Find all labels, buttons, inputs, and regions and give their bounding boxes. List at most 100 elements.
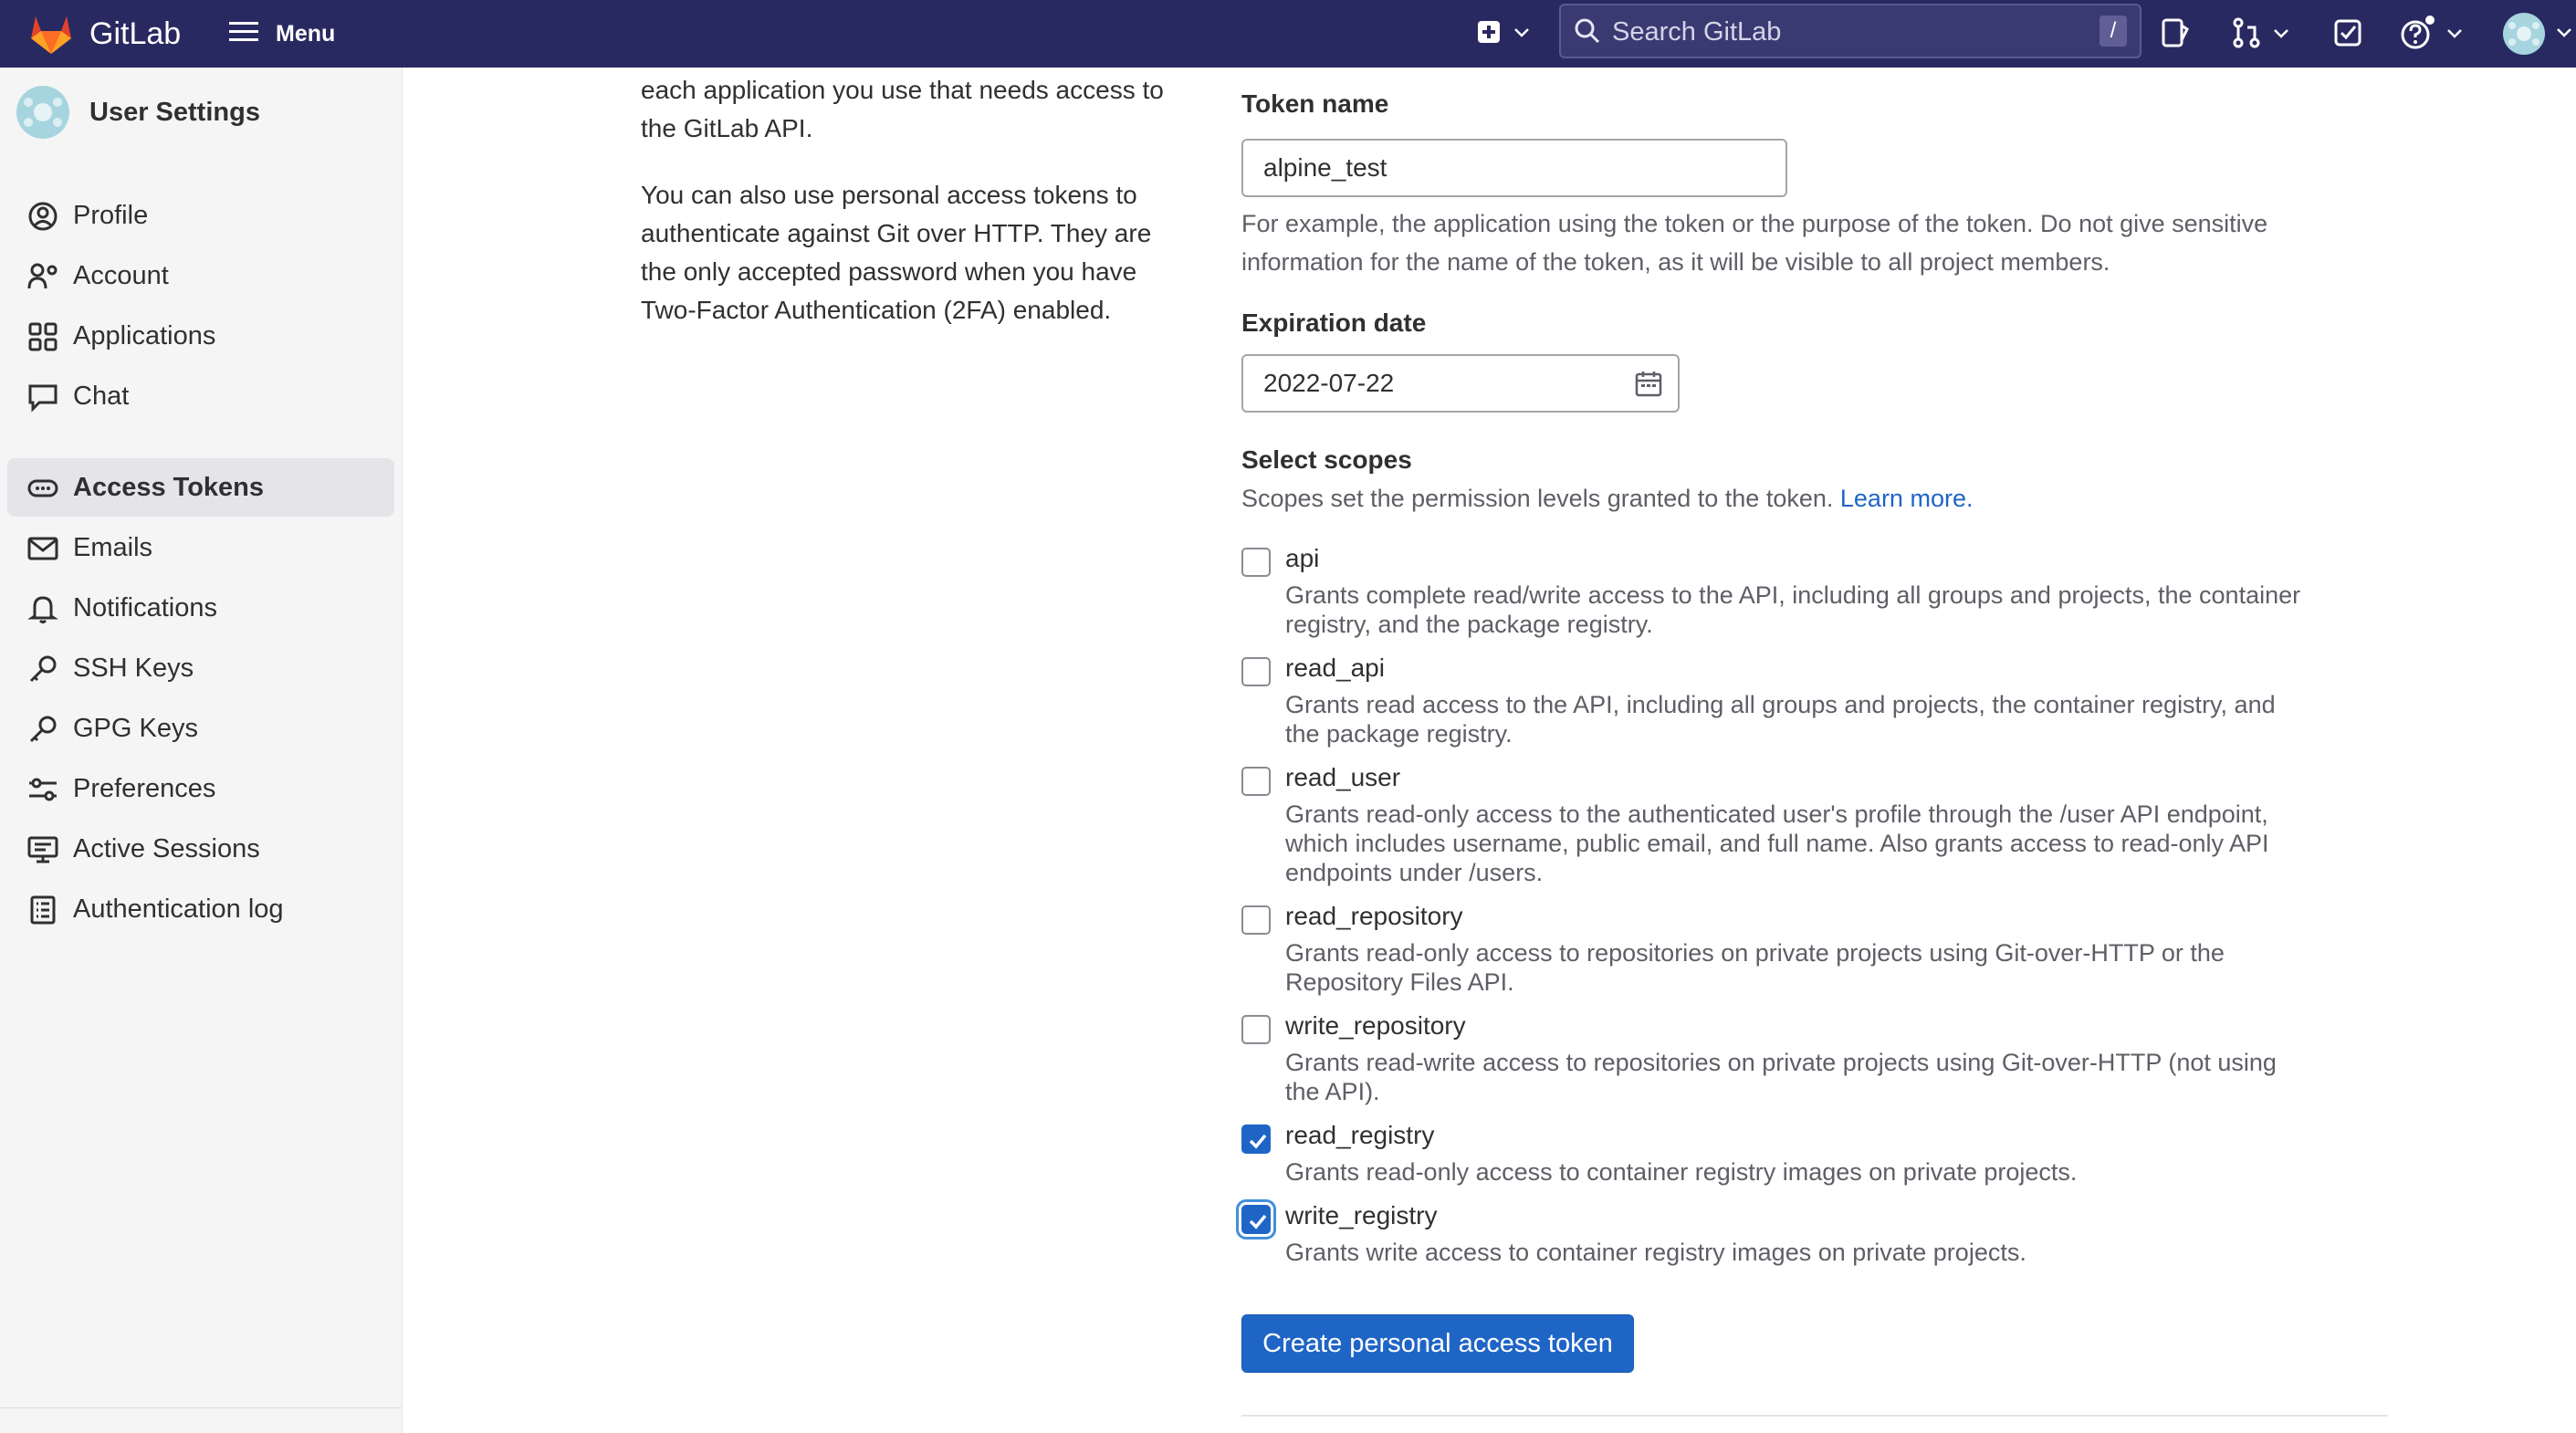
scope-description: Grants read access to the API, including… [1285,690,2432,748]
scope-name[interactable]: read_api [1285,654,1385,683]
sidebar-item-label: SSH Keys [73,654,194,683]
merge-request-icon [2231,16,2262,54]
scope-checkbox[interactable] [1241,1015,1271,1044]
new-dropdown-button[interactable] [1475,18,1530,50]
learn-more-link[interactable]: Learn more. [1840,485,1974,512]
todo-checkbox-icon [2333,16,2364,54]
scope-checkbox-checked[interactable] [1241,1205,1271,1234]
sidebar-item-label: Profile [73,201,149,230]
scope-checkbox[interactable] [1241,548,1271,577]
scope-description-line: the API). [1285,1078,1380,1105]
scope-checkbox[interactable] [1241,657,1271,686]
sidebar-item-emails[interactable]: Emails [7,518,394,577]
help-line: For example, the application using the t… [1241,210,2268,237]
user-avatar[interactable] [2503,13,2545,55]
scope-checkbox-checked[interactable] [1241,1124,1271,1154]
search-icon [1574,17,1601,49]
scope-name[interactable]: write_registry [1285,1201,1437,1230]
scope-checkbox[interactable] [1241,767,1271,796]
checkmark-icon [1249,1134,1267,1149]
expiration-date-input[interactable]: 2022-07-22 [1241,354,1680,413]
scope-description-line: Grants read-write access to repositories… [1285,1049,2277,1076]
scope-description-line: Grants complete read/write access to the… [1285,581,2301,609]
scope-description-line: Grants write access to container registr… [1285,1239,2026,1266]
scope-name[interactable]: api [1285,544,1319,573]
scope-description-line: Grants read access to the API, including… [1285,691,2276,718]
scope-description-line: the package registry. [1285,720,1513,748]
sidebar-item-active-sessions[interactable]: Active Sessions [7,820,394,878]
scope-name[interactable]: read_repository [1285,902,1463,931]
scope-name[interactable]: write_repository [1285,1011,1466,1041]
scope-description: Grants read-write access to repositories… [1285,1048,2432,1106]
scope-description-line: Grants read-only access to repositories … [1285,939,2225,967]
chevron-down-icon[interactable] [2556,27,2572,38]
sidebar-item-applications[interactable]: Applications [7,307,394,365]
chevron-down-icon [2446,27,2463,44]
chevron-down-icon [1513,26,1530,43]
token-icon [27,473,58,504]
sidebar-item-profile[interactable]: Profile [7,186,394,245]
log-icon [27,894,58,926]
chat-icon [27,382,58,413]
intro-line: the GitLab API. [641,114,813,142]
sidebar-item-notifications[interactable]: Notifications [7,579,394,637]
sidebar-item-label: GPG Keys [73,714,198,743]
sidebar-item-access-tokens[interactable]: Access Tokens [7,458,394,517]
scope-name[interactable]: read_registry [1285,1121,1434,1150]
mail-icon [27,533,58,564]
brand-name[interactable]: GitLab [89,16,181,51]
select-scopes-label: Select scopes [1241,445,1412,474]
expiration-date-value: 2022-07-22 [1263,369,1395,397]
scope-description-line: registry, and the package registry. [1285,611,1653,638]
profile-icon [27,201,58,232]
sidebar-item-gpg-keys[interactable]: GPG Keys [7,699,394,758]
issues-button[interactable] [2160,16,2191,54]
intro-line: authenticate against Git over HTTP. They… [641,219,1152,247]
sidebar-item-preferences[interactable]: Preferences [7,759,394,818]
section-divider [1241,1415,2388,1417]
sidebar-title: User Settings [89,97,260,127]
intro-paragraph-1: each application you use that needs acce… [641,71,1198,148]
sidebar-item-label: Notifications [73,593,217,622]
expiration-date-label: Expiration date [1241,309,1427,337]
menu-label: Menu [276,20,336,47]
search-input[interactable]: Search GitLab / [1559,4,2141,58]
sidebar-item-account[interactable]: Account [7,246,394,305]
scope-description: Grants complete read/write access to the… [1285,581,2432,639]
sidebar-header[interactable]: User Settings [16,86,260,139]
scopes-help: Scopes set the permission levels granted… [1241,479,2428,518]
checkmark-icon [1249,1214,1267,1229]
menu-button[interactable]: Menu [228,13,335,55]
token-name-input[interactable]: alpine_test [1241,139,1787,197]
sidebar-item-ssh-keys[interactable]: SSH Keys [7,639,394,697]
sidebar-item-authentication-log[interactable]: Authentication log [7,880,394,938]
sidebar-avatar [16,86,69,139]
scope-description: Grants write access to container registr… [1285,1238,2432,1267]
merge-requests-button[interactable] [2231,16,2289,54]
sidebar-item-chat[interactable]: Chat [7,367,394,425]
scope-checkbox[interactable] [1241,905,1271,935]
applications-icon [27,321,58,352]
todos-button[interactable] [2333,16,2364,54]
bell-icon [27,593,58,624]
gitlab-logo-icon[interactable] [27,13,75,55]
search-shortcut-badge: / [2100,16,2127,47]
token-name-label: Token name [1241,89,1389,118]
calendar-icon[interactable] [1634,369,1663,404]
scope-name[interactable]: read_user [1285,763,1400,792]
preferences-icon [27,774,58,805]
sidebar-item-label: Emails [73,533,153,562]
scope-description-line: which includes username, public email, a… [1285,830,2269,857]
scope-description-line: endpoints under /users. [1285,859,1544,886]
key-icon [27,714,58,745]
create-token-button[interactable]: Create personal access token [1241,1314,1634,1373]
sidebar-item-label: Applications [73,321,216,350]
sidebar-item-label: Preferences [73,774,216,803]
intro-line: the only accepted password when you have [641,257,1137,286]
help-button[interactable] [2399,15,2463,56]
chevron-down-icon [2273,27,2289,44]
scopes-help-text: Scopes set the permission levels granted… [1241,485,1834,512]
intro-line: You can also use personal access tokens … [641,181,1137,209]
intro-line: each application you use that needs acce… [641,76,1164,104]
monitor-icon [27,834,58,865]
